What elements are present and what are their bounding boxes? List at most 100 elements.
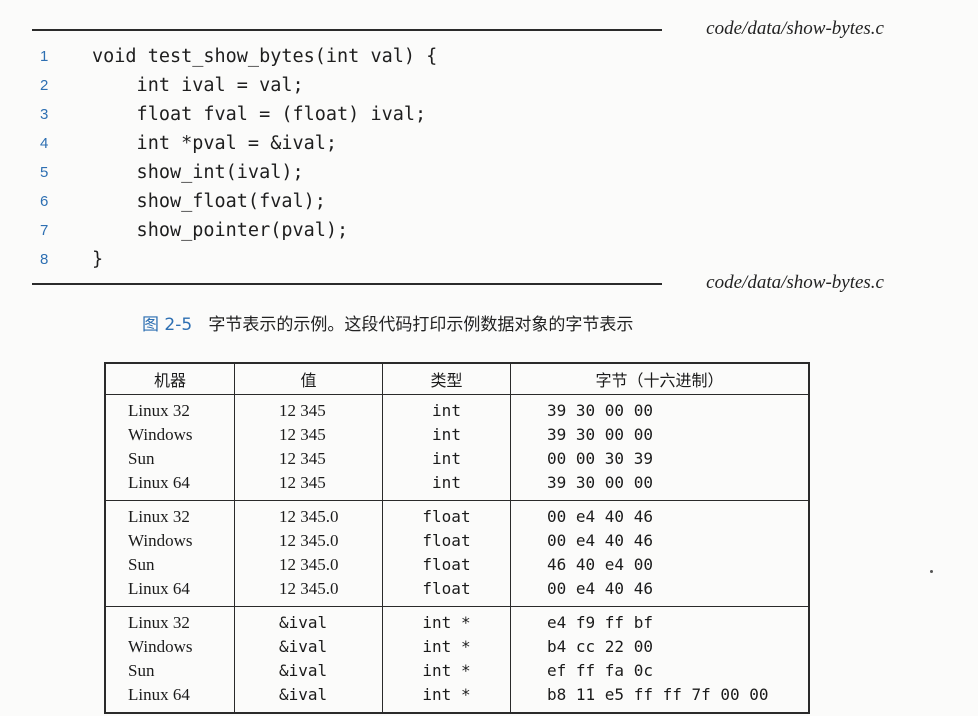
cell-machine: Linux 64 [105, 577, 235, 607]
cell-machine: Sun [105, 553, 235, 577]
cell-bytes: 46 40 e4 00 [547, 555, 653, 574]
code-footer-rule: code/data/show-bytes.c [32, 272, 884, 294]
line-number: 6 [40, 193, 49, 210]
cell-bytes: 39 30 00 00 [547, 473, 653, 492]
cell-type: int [382, 447, 511, 471]
code-line: 8} [32, 245, 882, 274]
cell-machine: Sun [105, 447, 235, 471]
cell-bytes: e4 f9 ff bf [510, 606, 809, 635]
cell-machine: Linux 64 [105, 471, 235, 501]
code-line: 5 show_int(ival); [32, 158, 882, 187]
figure-caption: 图 2-5 字节表示的示例。这段代码打印示例数据对象的字节表示 [142, 310, 633, 335]
cell-value: 12 345 [234, 423, 383, 447]
cell-type: int [382, 394, 511, 423]
cell-bytes: 39 30 00 00 [510, 394, 809, 423]
table-row: Windows 12 345.0 float 00 e4 40 46 [105, 529, 809, 553]
cell-bytes: b8 11 e5 ff ff 7f 00 00 [547, 685, 769, 704]
header-machine: 机器 [104, 362, 235, 395]
cell-value: 12 345.0 [234, 553, 383, 577]
cell-machine: Sun [105, 659, 235, 683]
header-rule-line [32, 29, 662, 31]
code-line: 1 void test_show_bytes(int val) { [32, 42, 882, 71]
code-text: show_float(fval); [92, 191, 326, 212]
code-text: show_pointer(pval); [92, 220, 349, 241]
cell-value: 12 345 [234, 471, 383, 501]
code-text: void test_show_bytes(int val) { [92, 46, 438, 67]
cell-bytes: 00 e4 40 46 [547, 531, 653, 550]
cell-type: float [382, 500, 511, 529]
code-line: 4 int *pval = &ival; [32, 129, 882, 158]
cell-type: float [382, 577, 511, 607]
table-row: Linux 32 12 345 int 39 30 00 00 [105, 394, 809, 423]
cell-machine: Linux 32 [105, 606, 235, 635]
line-number: 5 [40, 164, 49, 181]
cell-type: int * [382, 635, 511, 659]
table-row: Sun &ival int * ef ff fa 0c [105, 659, 809, 683]
cell-value: 12 345.0 [234, 500, 383, 529]
cell-value: 12 345 [234, 447, 383, 471]
line-number: 4 [40, 135, 49, 152]
cell-type: int * [382, 683, 511, 713]
table-group: Linux 32 12 345 int 39 30 00 00 Windows 12 34… [105, 394, 809, 501]
code-text: show_int(ival); [92, 162, 304, 183]
table-group: Linux 32 12 345.0 float 00 e4 40 46 Windows 1… [105, 500, 809, 607]
file-label-top: code/data/show-bytes.c [706, 18, 884, 39]
cell-type: int [382, 423, 511, 447]
cell-bytes: 00 00 30 39 [547, 449, 653, 468]
header-bytes: 字节（十六进制） [510, 362, 810, 395]
cell-value: 12 345 [234, 394, 383, 423]
cell-bytes: 39 30 00 00 [547, 425, 653, 444]
cell-bytes: 00 e4 40 46 [510, 500, 809, 529]
table-row: Linux 64 12 345 int 39 30 00 00 [105, 471, 809, 501]
cell-value: &ival [234, 635, 383, 659]
table-row: Sun 12 345.0 float 46 40 e4 00 [105, 553, 809, 577]
cell-type: float [382, 529, 511, 553]
code-text: int ival = val; [92, 75, 304, 96]
table-header-row: 机器 值 类型 字节（十六进制） [104, 362, 810, 395]
table-row: Linux 64 12 345.0 float 00 e4 40 46 [105, 577, 809, 607]
table-row: Sun 12 345 int 00 00 30 39 [105, 447, 809, 471]
table-row: Linux 32 12 345.0 float 00 e4 40 46 [105, 500, 809, 529]
cell-type: int [382, 471, 511, 501]
header-value: 值 [234, 362, 383, 395]
code-listing: 1 void test_show_bytes(int val) { 2 int iv… [32, 42, 882, 274]
cell-value: &ival [234, 659, 383, 683]
cell-bytes: 00 e4 40 46 [547, 579, 653, 598]
cell-type: float [382, 553, 511, 577]
cell-machine: Linux 64 [105, 683, 235, 713]
footer-rule-line [32, 283, 662, 285]
cell-machine: Windows [105, 635, 235, 659]
header-type: 类型 [382, 362, 511, 395]
byte-representation-table: 机器 值 类型 字节（十六进制） Linux 32 12 345 int 39 30 … [104, 362, 810, 714]
code-line: 7 show_pointer(pval); [32, 216, 882, 245]
code-text: float fval = (float) ival; [92, 104, 427, 125]
cell-type: int * [382, 606, 511, 635]
code-line: 3 float fval = (float) ival; [32, 100, 882, 129]
cell-value: 12 345.0 [234, 529, 383, 553]
cell-value: &ival [234, 606, 383, 635]
cell-machine: Windows [105, 423, 235, 447]
code-line: 2 int ival = val; [32, 71, 882, 100]
table-row: Linux 64 &ival int * b8 11 e5 ff ff 7f 00 0… [105, 683, 809, 713]
code-header-rule: code/data/show-bytes.c [32, 18, 884, 40]
cell-machine: Linux 32 [105, 394, 235, 423]
line-number: 3 [40, 106, 49, 123]
cell-type: int * [382, 659, 511, 683]
code-text: } [92, 249, 104, 270]
figure-number: 图 2-5 [142, 315, 193, 335]
cell-bytes: b4 cc 22 00 [547, 637, 653, 656]
table-row: Linux 32 &ival int * e4 f9 ff bf [105, 606, 809, 635]
file-label-bottom: code/data/show-bytes.c [706, 272, 884, 293]
line-number: 1 [40, 48, 49, 65]
code-line: 6 show_float(fval); [32, 187, 882, 216]
line-number: 8 [40, 251, 49, 268]
cell-value: 12 345.0 [234, 577, 383, 607]
cell-bytes: ef ff fa 0c [547, 661, 653, 680]
line-number: 2 [40, 77, 49, 94]
line-number: 7 [40, 222, 49, 239]
code-text: int *pval = &ival; [92, 133, 338, 154]
table-row: Windows &ival int * b4 cc 22 00 [105, 635, 809, 659]
table-row: Windows 12 345 int 39 30 00 00 [105, 423, 809, 447]
cell-machine: Windows [105, 529, 235, 553]
cell-machine: Linux 32 [105, 500, 235, 529]
